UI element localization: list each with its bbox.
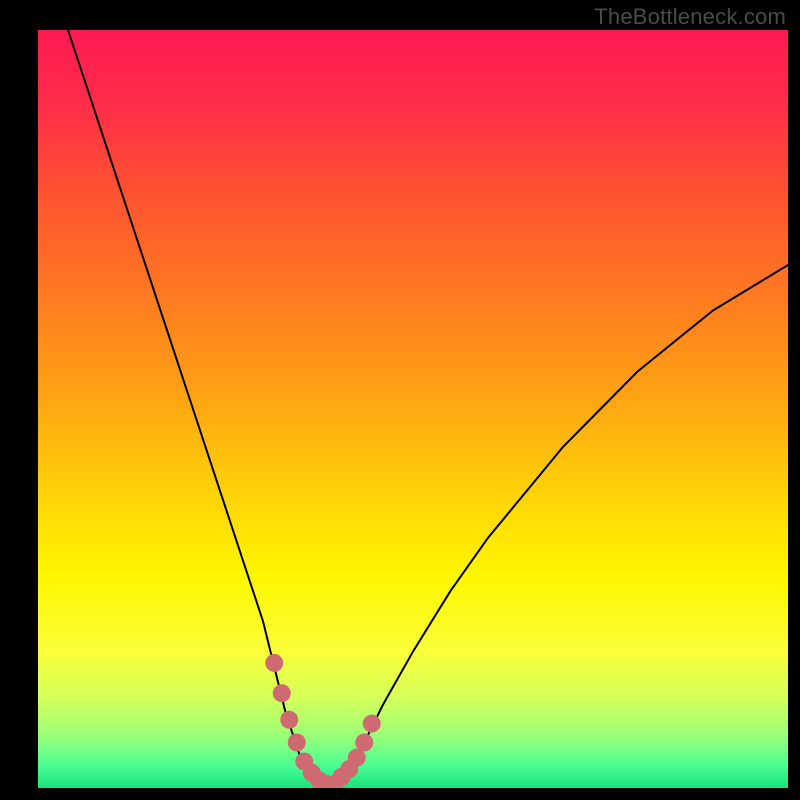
highlight-marker — [280, 711, 298, 729]
watermark-text: TheBottleneck.com — [594, 4, 786, 30]
plot-area — [38, 30, 788, 788]
highlight-marker — [288, 734, 306, 752]
highlight-marker — [363, 715, 381, 733]
curve-layer — [38, 30, 788, 788]
bottleneck-curve — [68, 30, 788, 784]
highlight-marker — [273, 684, 291, 702]
highlight-marker — [355, 734, 373, 752]
highlight-marker — [265, 654, 283, 672]
chart-container: TheBottleneck.com — [0, 0, 800, 800]
